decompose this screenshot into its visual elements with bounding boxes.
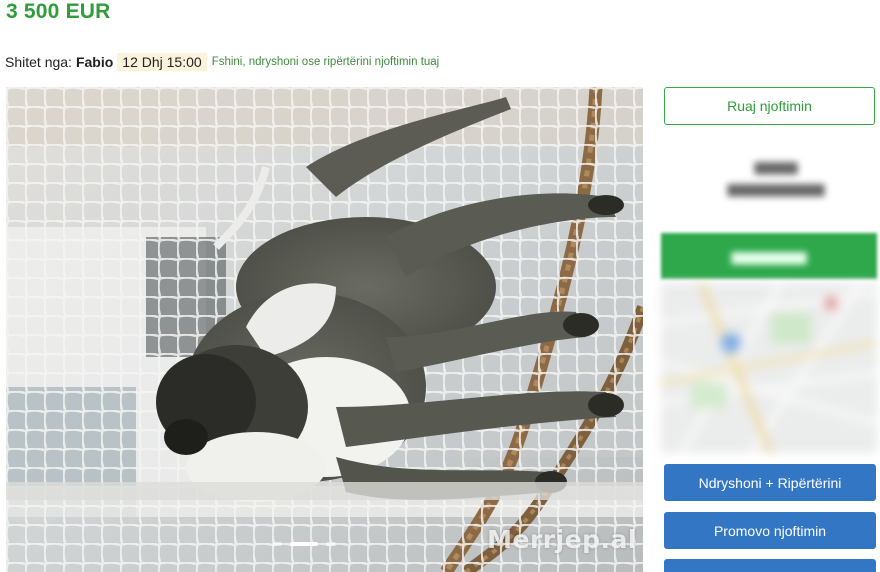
- blurred-contact-line-1: ▆▆▆▆: [754, 158, 798, 174]
- blurred-contact-line-2: ▆▆▆▆▆▆▆▆▆: [727, 180, 825, 196]
- blurred-phone-label: ▆▆▆▆▆▆▆: [731, 247, 807, 264]
- monkey-photo-image: [6, 87, 643, 572]
- listing-price: 3 500 EUR: [6, 0, 111, 23]
- gallery-dot-1[interactable]: [272, 542, 282, 546]
- edit-renew-button[interactable]: Ndryshoni + Ripërtërini: [664, 464, 876, 501]
- seller-contact-blurred: ▆▆▆▆ ▆▆▆▆▆▆▆▆▆: [691, 155, 861, 215]
- save-listing-button[interactable]: Ruaj njoftimin: [664, 87, 875, 125]
- listing-date: 12 Dhj 15:00: [117, 53, 207, 71]
- seller-name[interactable]: Fabio: [76, 54, 113, 70]
- promote-listing-button[interactable]: Promovo njoftimin: [664, 512, 876, 549]
- additional-action-button[interactable]: [664, 559, 876, 572]
- seller-info: Shitet nga: Fabio 12 Dhj 15:00 Fshini, n…: [5, 52, 439, 72]
- sold-by-label: Shitet nga:: [5, 54, 72, 70]
- map-image: [661, 283, 877, 453]
- gallery-dot-2[interactable]: [290, 542, 318, 546]
- listing-sidebar: Ruaj njoftimin ▆▆▆▆ ▆▆▆▆▆▆▆▆▆ ▆▆▆▆▆▆▆ Nd…: [661, 87, 877, 572]
- location-map-blurred[interactable]: [661, 283, 877, 453]
- gallery-dots: [272, 542, 336, 546]
- watermark-text: Merrjep.al: [487, 525, 637, 554]
- show-phone-button-blurred[interactable]: ▆▆▆▆▆▆▆: [661, 233, 877, 279]
- listing-photo[interactable]: Merrjep.al: [6, 87, 643, 572]
- manage-listing-link[interactable]: Fshini, ndryshoni ose ripërtërini njofti…: [212, 56, 440, 68]
- gallery-dot-3[interactable]: [326, 542, 336, 546]
